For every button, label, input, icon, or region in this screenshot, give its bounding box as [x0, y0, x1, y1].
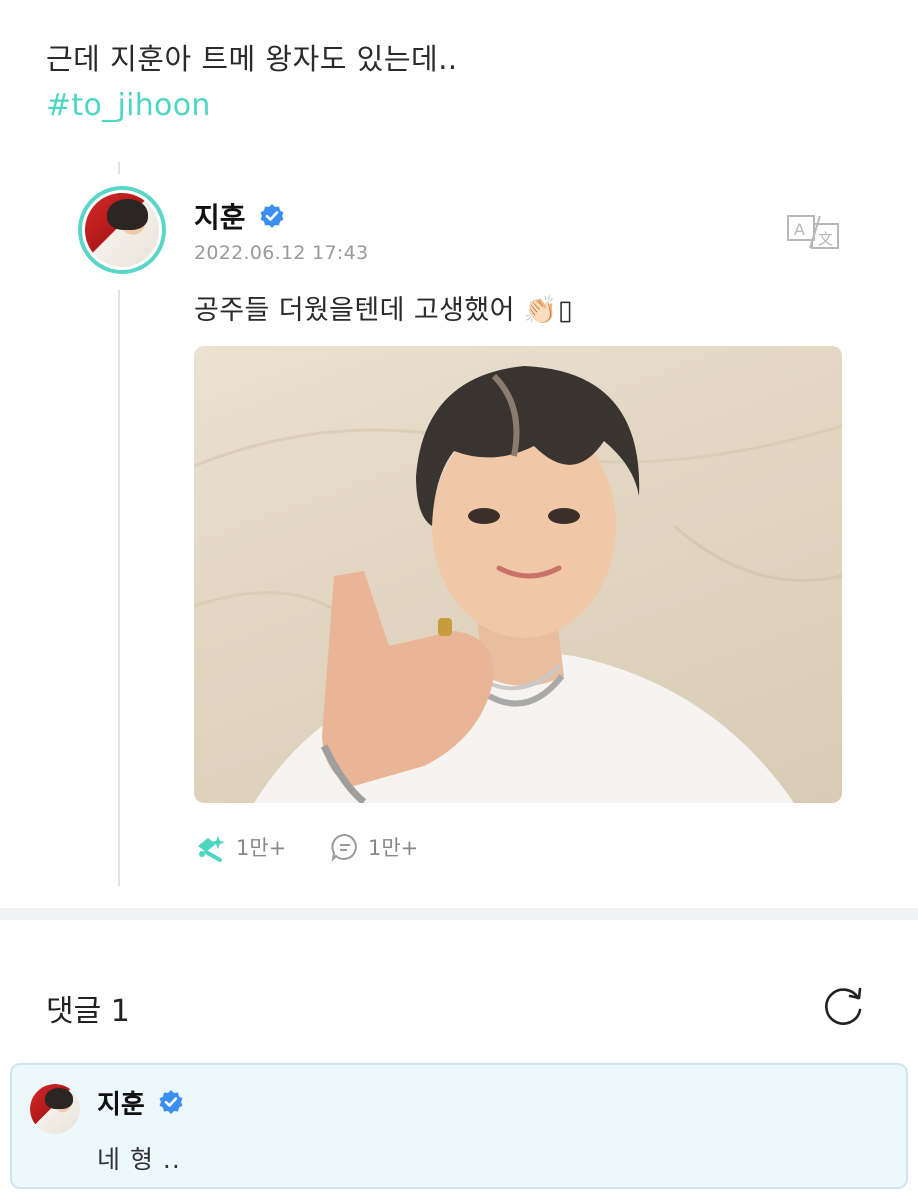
thread-line: [118, 290, 120, 886]
comment-author-name[interactable]: 지훈: [97, 1084, 145, 1121]
post-photo[interactable]: [194, 346, 842, 803]
svg-text:文: 文: [818, 230, 833, 248]
comment-bubble-icon: [331, 833, 357, 862]
section-divider: [0, 908, 918, 920]
comment-stat[interactable]: 1만+: [330, 830, 418, 864]
comment-author-avatar[interactable]: [30, 1084, 80, 1134]
refresh-icon[interactable]: [820, 984, 866, 1030]
comment-avatar-image: [30, 1084, 80, 1134]
author-avatar[interactable]: [78, 186, 166, 274]
light-stick-icon: [198, 836, 225, 862]
card-timestamp: 2022.06.12 17:43: [194, 242, 369, 264]
translate-icon[interactable]: A 文: [786, 214, 840, 250]
verified-badge-icon: [159, 1090, 183, 1114]
like-stat[interactable]: 1만+: [194, 830, 286, 864]
card-body-text: 공주들 더웠을텐데 고생했어 👏🏻▯: [194, 295, 574, 326]
thread-line-top: [118, 162, 120, 174]
verified-badge-icon: [260, 204, 284, 228]
card-author-name[interactable]: 지훈: [194, 196, 246, 236]
author-avatar-image: [85, 193, 159, 267]
like-count: 1만+: [236, 836, 287, 860]
post-page: 근데 지훈아 트메 왕자도 있는데.. #to_jihoon 지훈 2022.0…: [0, 0, 918, 1200]
svg-text:A: A: [794, 220, 805, 239]
hashtag-link[interactable]: #to_jihoon: [46, 88, 211, 123]
comments-title: 댓글 1: [46, 994, 130, 1029]
photo-illustration: [194, 366, 842, 803]
post-text: 근데 지훈아 트메 왕자도 있는데..: [46, 42, 458, 76]
comment-count: 1만+: [368, 836, 419, 860]
comment-text: 네 형 ..: [97, 1145, 181, 1174]
